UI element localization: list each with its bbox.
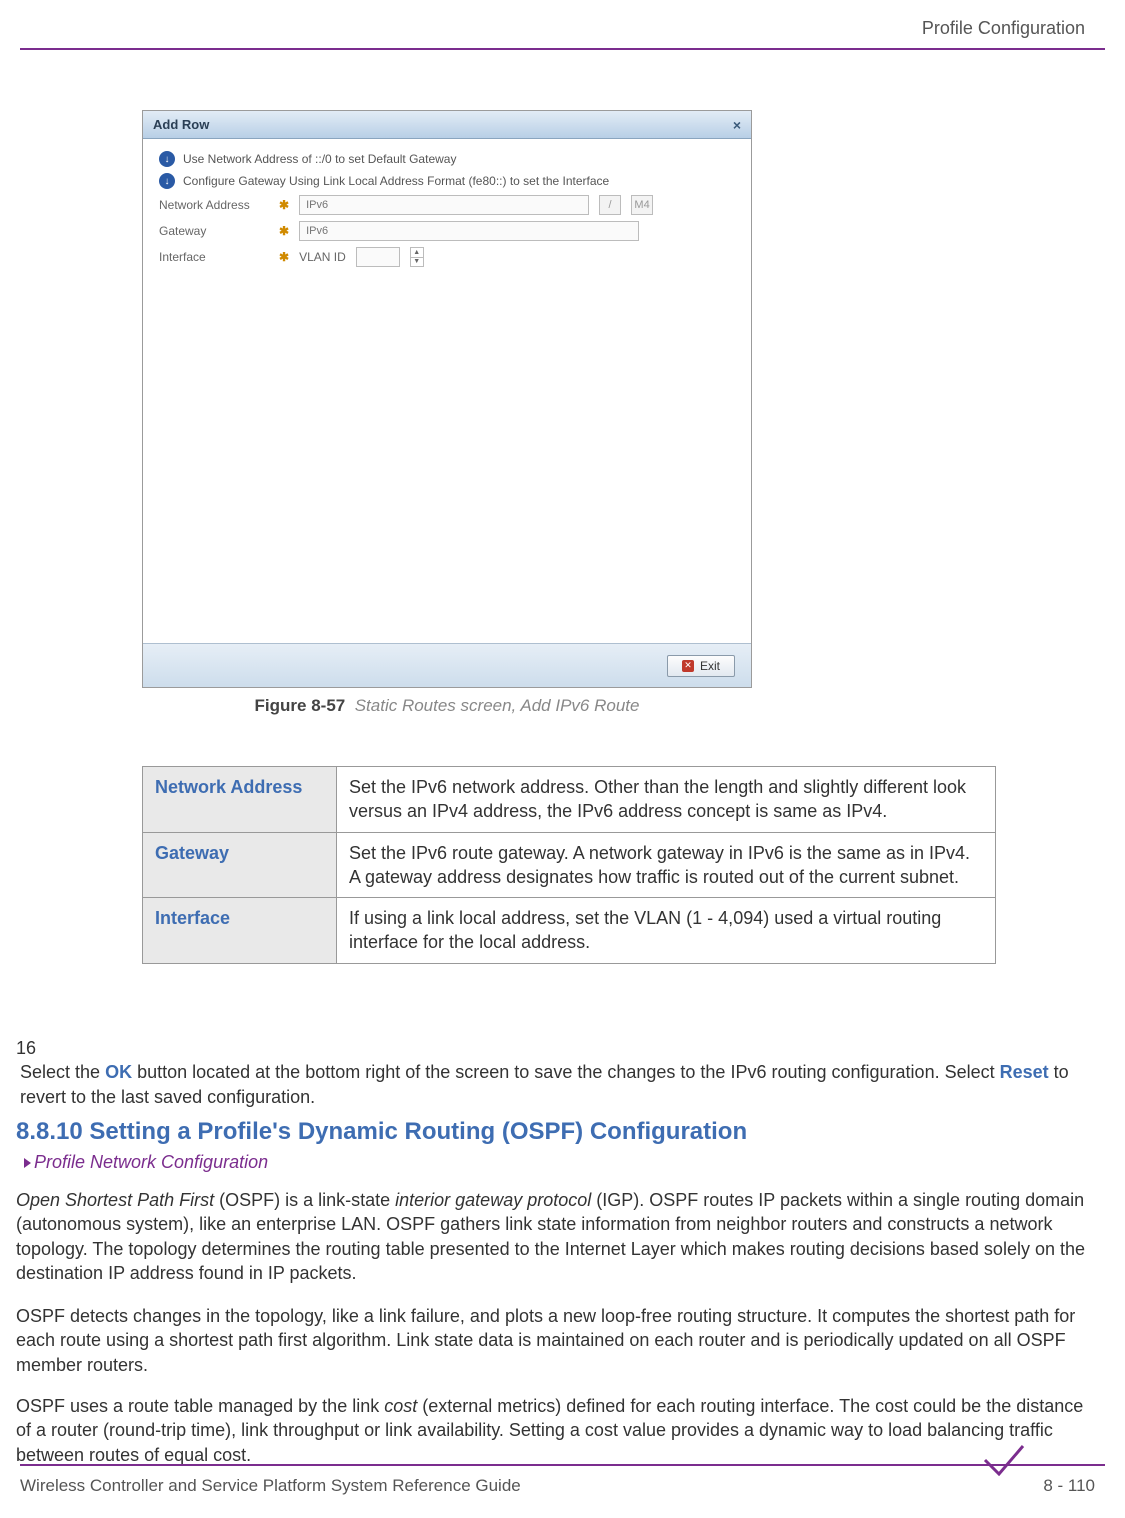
- chevron-down-icon[interactable]: ▼: [411, 258, 423, 267]
- step-text: Select the OK button located at the bott…: [20, 1060, 1071, 1109]
- table-row: Interface If using a link local address,…: [143, 898, 996, 964]
- section-heading: 8.8.10 Setting a Profile's Dynamic Routi…: [16, 1118, 747, 1146]
- arrow-right-icon: [24, 1158, 31, 1168]
- info-text: Use Network Address of ::/0 to set Defau…: [183, 152, 456, 166]
- param-desc: If using a link local address, set the V…: [337, 898, 996, 964]
- param-label: Network Address: [143, 767, 337, 833]
- paragraph-ospf-intro: Open Shortest Path First (OSPF) is a lin…: [16, 1188, 1097, 1285]
- interface-label: Interface: [159, 250, 269, 264]
- chevron-up-icon[interactable]: ▲: [411, 248, 423, 258]
- info-row-link-local: ↓ Configure Gateway Using Link Local Add…: [159, 173, 735, 189]
- table-row: Gateway Set the IPv6 route gateway. A ne…: [143, 832, 996, 898]
- network-address-input[interactable]: [299, 195, 589, 215]
- gateway-input[interactable]: [299, 221, 639, 241]
- exit-button-label: Exit: [700, 659, 720, 673]
- vlan-id-stepper[interactable]: ▲ ▼: [410, 247, 424, 267]
- gateway-row: Gateway ✱: [159, 221, 735, 241]
- table-row: Network Address Set the IPv6 network add…: [143, 767, 996, 833]
- required-star-icon: ✱: [279, 224, 289, 238]
- required-star-icon: ✱: [279, 198, 289, 212]
- info-icon: ↓: [159, 173, 175, 189]
- checkmark-icon: [983, 1444, 1025, 1476]
- step-number: 16: [16, 1036, 40, 1060]
- footer-page-number: 8 - 110: [1043, 1476, 1095, 1496]
- breadcrumb-text: Profile Network Configuration: [34, 1152, 268, 1172]
- step-text-fragment: Select the: [20, 1062, 105, 1082]
- step-text-fragment: button located at the bottom right of th…: [132, 1062, 1000, 1082]
- figure-description: Static Routes screen, Add IPv6 Route: [355, 696, 640, 715]
- screenshot-figure: Add Row × ↓ Use Network Address of ::/0 …: [142, 110, 752, 716]
- param-desc: Set the IPv6 network address. Other than…: [337, 767, 996, 833]
- dialog-footer: ✕ Exit: [143, 643, 751, 687]
- vlan-id-input[interactable]: [356, 247, 400, 267]
- close-icon[interactable]: ×: [733, 117, 741, 133]
- param-label: Gateway: [143, 832, 337, 898]
- header-divider: [20, 48, 1105, 50]
- italic-term: interior gateway protocol: [395, 1190, 591, 1210]
- info-icon: ↓: [159, 151, 175, 167]
- paragraph-ospf-cost: OSPF uses a route table managed by the l…: [16, 1394, 1097, 1467]
- info-row-default-gateway: ↓ Use Network Address of ::/0 to set Def…: [159, 151, 735, 167]
- breadcrumb: Profile Network Configuration: [24, 1152, 268, 1173]
- header-section-title: Profile Configuration: [922, 18, 1085, 39]
- reset-emphasis: Reset: [1000, 1062, 1049, 1082]
- exit-button[interactable]: ✕ Exit: [667, 655, 735, 677]
- prefix-mask-input[interactable]: M4: [631, 195, 653, 215]
- italic-term: cost: [384, 1396, 417, 1416]
- paragraph-ospf-topology: OSPF detects changes in the topology, li…: [16, 1304, 1097, 1377]
- text-fragment: OSPF uses a route table managed by the l…: [16, 1396, 384, 1416]
- param-label: Interface: [143, 898, 337, 964]
- prefix-slash: /: [599, 195, 621, 215]
- figure-caption: Figure 8-57 Static Routes screen, Add IP…: [142, 696, 752, 716]
- dialog-title-text: Add Row: [153, 117, 209, 132]
- text-fragment: (OSPF) is a link-state: [214, 1190, 395, 1210]
- required-star-icon: ✱: [279, 250, 289, 264]
- figure-number: Figure 8-57: [255, 696, 346, 715]
- vlan-id-label: VLAN ID: [299, 250, 346, 264]
- close-icon: ✕: [682, 660, 694, 672]
- parameter-table: Network Address Set the IPv6 network add…: [142, 766, 996, 964]
- step-16: 16 Select the OK button located at the b…: [16, 1036, 1097, 1109]
- footer-divider: [20, 1464, 1105, 1466]
- dialog-titlebar: Add Row ×: [143, 111, 751, 139]
- param-desc: Set the IPv6 route gateway. A network ga…: [337, 832, 996, 898]
- add-row-dialog: Add Row × ↓ Use Network Address of ::/0 …: [142, 110, 752, 688]
- network-address-row: Network Address ✱ / M4: [159, 195, 735, 215]
- interface-row: Interface ✱ VLAN ID ▲ ▼: [159, 247, 735, 267]
- network-address-label: Network Address: [159, 198, 269, 212]
- footer-document-title: Wireless Controller and Service Platform…: [20, 1476, 521, 1496]
- italic-term: Open Shortest Path First: [16, 1190, 214, 1210]
- dialog-body: ↓ Use Network Address of ::/0 to set Def…: [143, 139, 751, 279]
- ok-emphasis: OK: [105, 1062, 132, 1082]
- gateway-label: Gateway: [159, 224, 269, 238]
- info-text: Configure Gateway Using Link Local Addre…: [183, 174, 609, 188]
